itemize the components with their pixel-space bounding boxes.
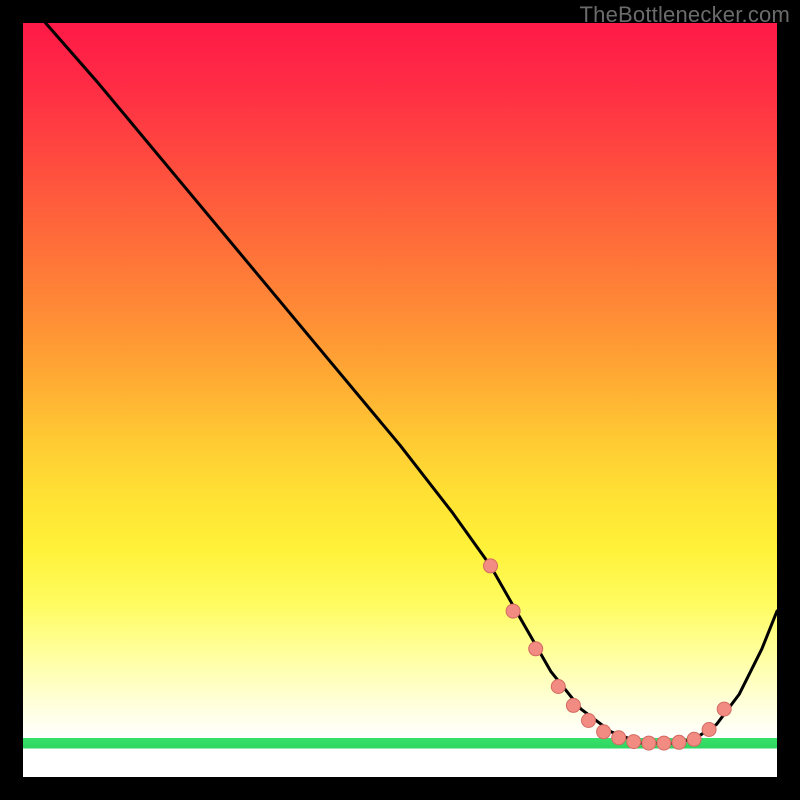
data-dot (687, 732, 701, 746)
data-dot (627, 735, 641, 749)
chart-canvas: TheBottlenecker.com (0, 0, 800, 800)
data-dot (642, 736, 656, 750)
watermark-text: TheBottlenecker.com (580, 2, 790, 28)
data-dot (566, 698, 580, 712)
data-dot (672, 735, 686, 749)
data-dot (717, 702, 731, 716)
data-dot (529, 642, 543, 656)
data-dot (506, 604, 520, 618)
plot-area (23, 23, 777, 777)
data-dot (551, 680, 565, 694)
data-dot (657, 736, 671, 750)
curve-layer (23, 23, 777, 777)
data-dot (612, 731, 626, 745)
bottleneck-curve (46, 23, 777, 743)
data-dot (702, 723, 716, 737)
data-dot (597, 725, 611, 739)
data-dot (582, 714, 596, 728)
data-dot (484, 559, 498, 573)
